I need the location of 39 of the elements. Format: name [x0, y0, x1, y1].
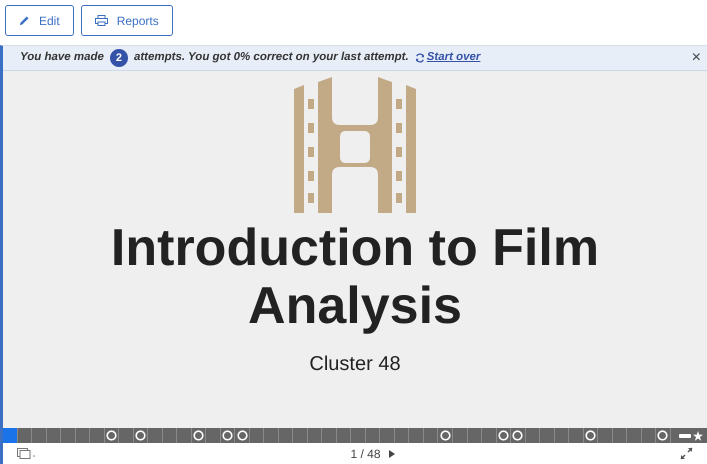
progress-segment[interactable] [220, 428, 236, 443]
star-icon [692, 430, 703, 440]
circle-icon [106, 430, 117, 441]
circle-icon [512, 430, 524, 441]
minus-icon [678, 434, 691, 438]
close-button[interactable]: × [692, 50, 701, 66]
slide-subtitle: Cluster 48 [309, 352, 401, 377]
circle-icon [236, 430, 248, 441]
circle-icon [498, 430, 509, 441]
fullscreen-icon[interactable] [680, 447, 693, 460]
progress-segment[interactable] [496, 428, 512, 443]
slide-title: Introduction to Film Analysis [110, 219, 600, 335]
progress-segment[interactable] [192, 428, 206, 443]
circle-icon [440, 430, 451, 441]
progress-segment[interactable] [104, 428, 120, 443]
progress-segment[interactable] [438, 428, 453, 443]
circle-icon [222, 430, 233, 441]
progress-segment[interactable] [584, 428, 598, 443]
next-icon[interactable] [388, 450, 395, 458]
banner-text: attempts. You got 0% correct on your last attempt. [134, 50, 409, 66]
circle-icon [657, 430, 668, 441]
progress-segment[interactable] [235, 428, 250, 443]
circle-icon [134, 430, 146, 441]
refresh-icon [414, 53, 425, 63]
toolbar-button[interactable]: Reports [80, 5, 173, 36]
start-over-link[interactable]: Start over [426, 49, 480, 67]
slides-menu-icon[interactable] [17, 448, 35, 459]
pencil-icon [19, 15, 30, 26]
circle-icon [192, 430, 204, 441]
attempt-count-badge: 2 [110, 49, 128, 67]
progress-segment[interactable] [511, 428, 526, 443]
film-strip-icon [292, 77, 418, 213]
toolbar-button[interactable]: Edit [5, 5, 74, 36]
page-counter: 1 / 48 [350, 446, 381, 462]
printer-icon [94, 15, 108, 26]
progress-segment[interactable] [656, 428, 671, 443]
banner-text: You have made [20, 50, 104, 66]
progress-segment[interactable] [134, 428, 148, 443]
circle-icon [584, 430, 596, 441]
